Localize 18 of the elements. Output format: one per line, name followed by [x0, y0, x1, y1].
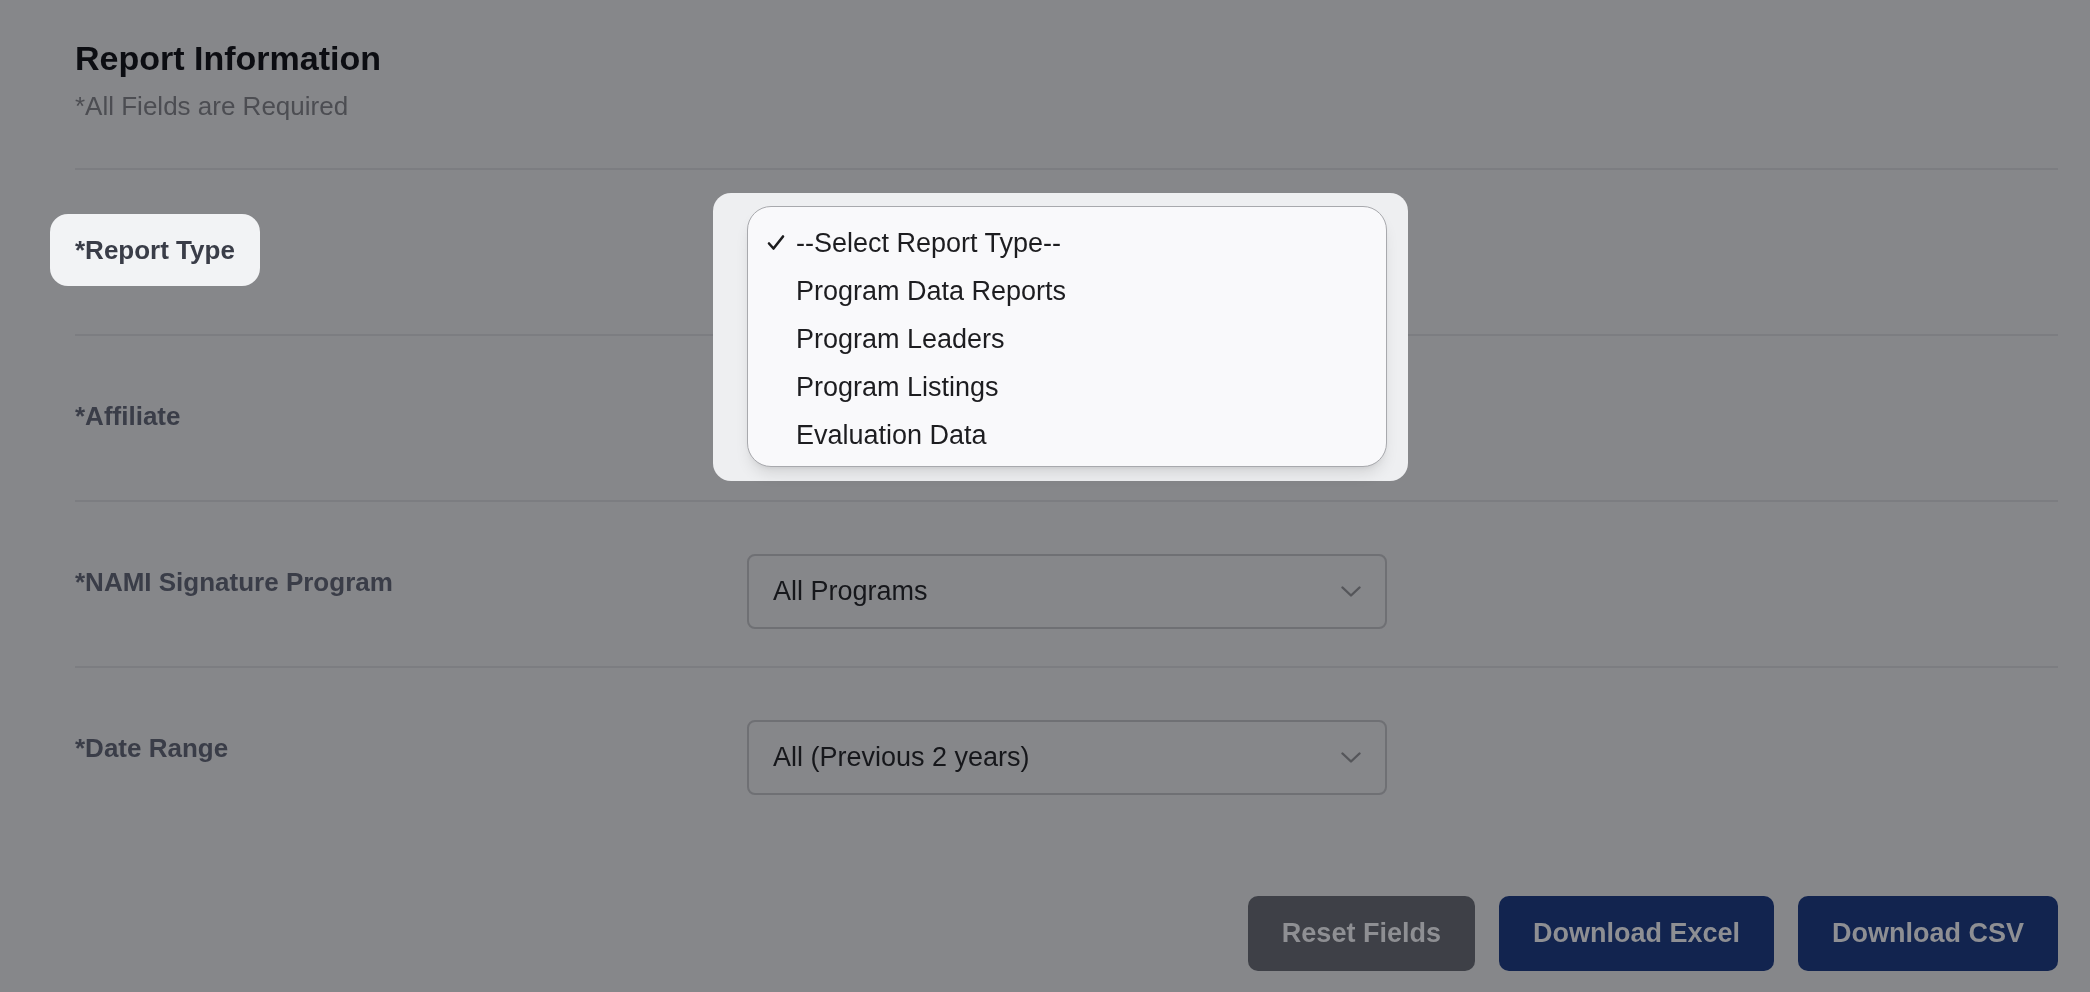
field-label: *Report Type — [50, 214, 260, 286]
menu-option[interactable]: Program Listings — [748, 363, 1386, 411]
download-button[interactable]: Download CSV — [1798, 896, 2058, 971]
select-field[interactable]: All (Previous 2 years) — [747, 720, 1387, 795]
chevron-down-icon — [1341, 752, 1361, 763]
section-title: Report Information — [75, 38, 381, 78]
checkmark-icon — [766, 233, 786, 253]
chevron-down-icon — [1341, 586, 1361, 597]
field-label: *NAMI Signature Program — [75, 566, 393, 599]
download-button[interactable]: Download Excel — [1498, 896, 1774, 971]
field-label: *Date Range — [75, 732, 229, 765]
menu-option[interactable]: Program Leaders — [748, 315, 1386, 363]
section-subtitle: *All Fields are Required — [75, 90, 349, 122]
menu-option[interactable]: Evaluation Data — [748, 411, 1386, 459]
field-label: *Affiliate — [75, 400, 181, 433]
select-field[interactable]: All Programs — [747, 554, 1387, 629]
menu-option[interactable]: Program Data Reports — [748, 267, 1386, 315]
menu-option[interactable]: --Select Report Type-- — [748, 219, 1386, 267]
